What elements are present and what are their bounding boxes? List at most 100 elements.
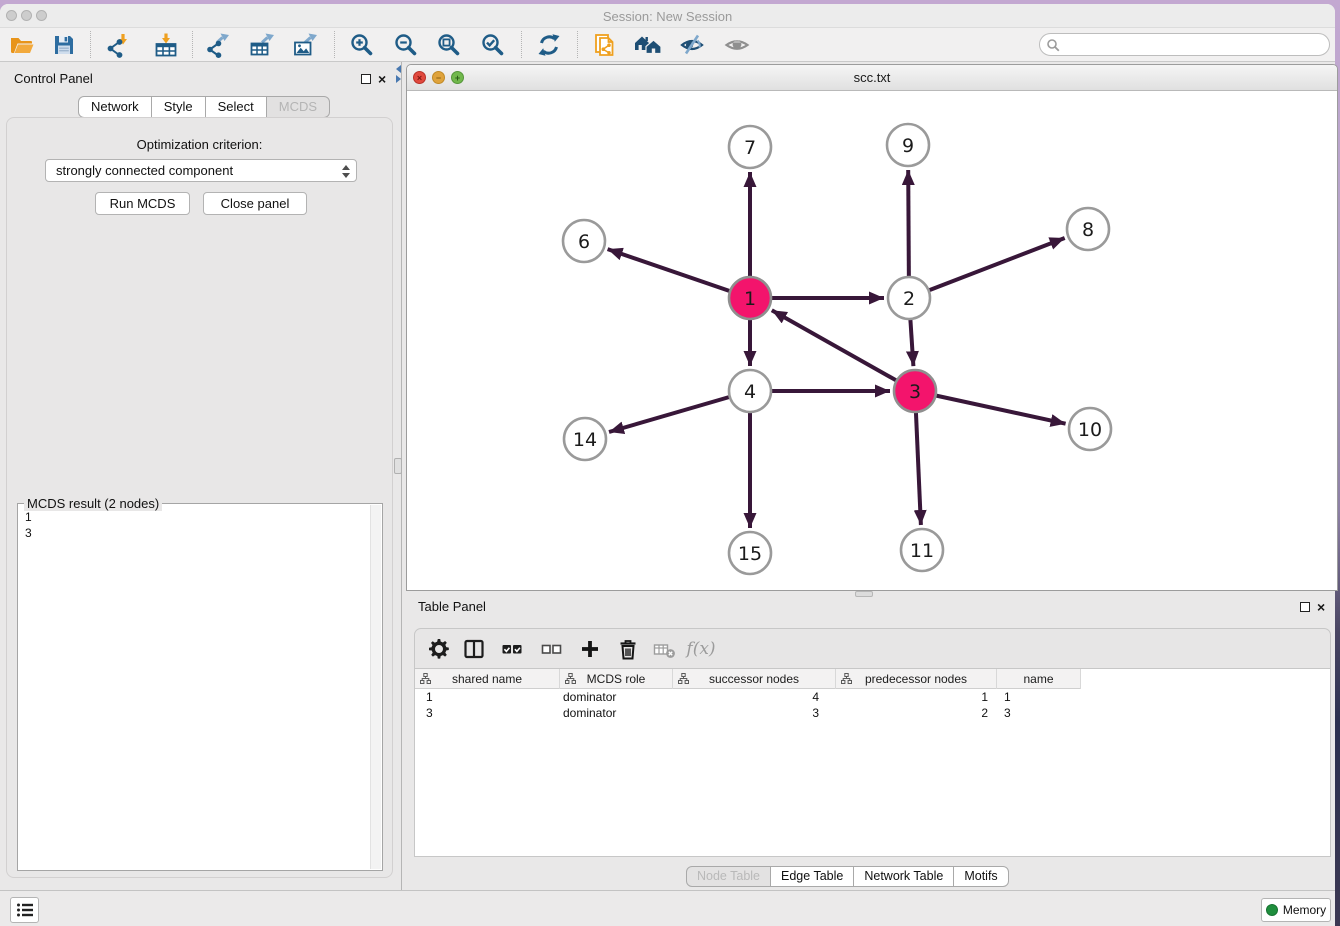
- edge-3-10[interactable]: [915, 391, 1066, 424]
- node-7[interactable]: 7: [729, 126, 771, 168]
- node-11[interactable]: 11: [901, 529, 943, 571]
- mcds-panel: Optimization criterion: strongly connect…: [6, 117, 393, 878]
- save-session-button[interactable]: [48, 30, 80, 60]
- toggle-column-view-button[interactable]: [458, 634, 490, 664]
- svg-text:3: 3: [909, 381, 921, 403]
- delete-table-icon: [652, 637, 676, 661]
- network-window-title: scc.txt: [407, 70, 1337, 85]
- delete-table-button[interactable]: [648, 634, 680, 664]
- node-3[interactable]: 3: [894, 370, 936, 412]
- cell-name: 1: [997, 689, 1081, 705]
- table-row[interactable]: 3dominator323: [415, 705, 1330, 721]
- import-network-button[interactable]: [102, 30, 134, 60]
- table-panel-close-icon[interactable]: ×: [1317, 601, 1325, 613]
- node-14[interactable]: 14: [564, 418, 606, 460]
- add-column-button[interactable]: [574, 634, 606, 664]
- cell-name: 3: [997, 705, 1081, 721]
- node-2[interactable]: 2: [888, 277, 930, 319]
- new-network-from-selection-button[interactable]: [589, 30, 621, 60]
- import-table-icon: [153, 32, 179, 58]
- select-all-columns-button[interactable]: [496, 634, 528, 664]
- close-panel-button[interactable]: Close panel: [203, 192, 307, 215]
- table-row[interactable]: 1dominator411: [415, 689, 1330, 705]
- tab-edge-table[interactable]: Edge Table: [770, 866, 854, 887]
- cell-shared-name: 1: [415, 689, 560, 705]
- run-mcds-button[interactable]: Run MCDS: [95, 192, 190, 215]
- horizontal-split-handle[interactable]: [855, 591, 873, 597]
- node-6[interactable]: 6: [563, 220, 605, 262]
- svg-text:10: 10: [1078, 419, 1102, 441]
- export-table-icon: [249, 32, 275, 58]
- column-header-successor-nodes[interactable]: successor nodes: [673, 669, 836, 689]
- tab-mcds[interactable]: MCDS: [266, 96, 330, 118]
- column-header-name[interactable]: name: [997, 669, 1081, 689]
- task-history-button[interactable]: [10, 897, 39, 923]
- hide-graphics-details-button[interactable]: [676, 30, 708, 60]
- import-table-button[interactable]: [150, 30, 182, 60]
- open-folder-icon: [9, 32, 35, 58]
- vertical-split-divider[interactable]: [401, 62, 402, 890]
- show-graphics-details-button[interactable]: [721, 30, 753, 60]
- refresh-button[interactable]: [533, 30, 565, 60]
- tab-network[interactable]: Network: [78, 96, 152, 118]
- control-panel-float-icon[interactable]: [361, 74, 371, 84]
- tree-icon: [841, 673, 852, 684]
- control-panel-close-icon[interactable]: ×: [378, 73, 386, 85]
- node-1[interactable]: 1: [729, 277, 771, 319]
- select-stepper-icon: [341, 164, 351, 179]
- node-10[interactable]: 10: [1069, 408, 1111, 450]
- cell-shared-name: 3: [415, 705, 560, 721]
- zoom-selected-button[interactable]: [477, 30, 509, 60]
- split-collapse-left-icon[interactable]: [396, 65, 401, 73]
- table-header-row: shared nameMCDS rolesuccessor nodesprede…: [415, 669, 1330, 689]
- column-header-MCDS-role[interactable]: MCDS role: [560, 669, 673, 689]
- search-input[interactable]: [1064, 35, 1324, 54]
- network-canvas[interactable]: 7 9 6 8 1 2 4 3 14 10 15 11: [407, 91, 1337, 591]
- search-icon: [1046, 38, 1061, 53]
- edge-1-6[interactable]: [608, 249, 750, 298]
- column-header-shared-name[interactable]: shared name: [415, 669, 560, 689]
- node-8[interactable]: 8: [1067, 208, 1109, 250]
- zoom-out-button[interactable]: [390, 30, 422, 60]
- plus-icon: [578, 637, 602, 661]
- zoom-in-button[interactable]: [346, 30, 378, 60]
- column-header-predecessor-nodes[interactable]: predecessor nodes: [836, 669, 997, 689]
- export-network-button[interactable]: [202, 30, 234, 60]
- result-line: 1: [25, 509, 32, 525]
- toolbar-separator: [334, 31, 335, 58]
- tab-select[interactable]: Select: [205, 96, 267, 118]
- memory-button[interactable]: Memory: [1261, 898, 1331, 922]
- houses-icon: [634, 32, 662, 58]
- tab-motifs[interactable]: Motifs: [953, 866, 1008, 887]
- tab-style[interactable]: Style: [151, 96, 206, 118]
- table-panel-float-icon[interactable]: [1300, 602, 1310, 612]
- tab-node-table[interactable]: Node Table: [686, 866, 771, 887]
- export-table-button[interactable]: [246, 30, 278, 60]
- split-collapse-right-icon[interactable]: [396, 75, 401, 83]
- desktop: Session: New Session: [0, 0, 1340, 926]
- mcds-result-box: MCDS result (2 nodes) 13: [17, 503, 383, 871]
- apply-function-button[interactable]: f(x): [685, 634, 717, 664]
- first-neighbors-button[interactable]: [632, 30, 664, 60]
- table-settings-button[interactable]: [423, 634, 455, 664]
- zoom-fit-button[interactable]: [433, 30, 465, 60]
- deselect-all-columns-button[interactable]: [535, 634, 567, 664]
- svg-text:6: 6: [578, 231, 590, 253]
- mcds-result-scrollbar[interactable]: [370, 505, 381, 869]
- network-view-window: × − + scc.txt 7968124314101511: [406, 64, 1338, 591]
- node-15[interactable]: 15: [729, 532, 771, 574]
- svg-text:8: 8: [1082, 219, 1094, 241]
- tab-network-table[interactable]: Network Table: [853, 866, 954, 887]
- toolbar-separator: [90, 31, 91, 58]
- node-9[interactable]: 9: [887, 124, 929, 166]
- criterion-select[interactable]: strongly connected component: [45, 159, 357, 182]
- delete-column-button[interactable]: [612, 634, 644, 664]
- open-file-button[interactable]: [6, 30, 38, 60]
- edge-3-1[interactable]: [772, 310, 915, 391]
- node-4[interactable]: 4: [729, 370, 771, 412]
- vertical-split-handle[interactable]: [394, 458, 402, 474]
- edge-2-8[interactable]: [909, 238, 1065, 298]
- app-title: Session: New Session: [0, 9, 1335, 24]
- export-image-button[interactable]: [289, 30, 321, 60]
- mcds-result-title: MCDS result (2 nodes): [24, 496, 162, 511]
